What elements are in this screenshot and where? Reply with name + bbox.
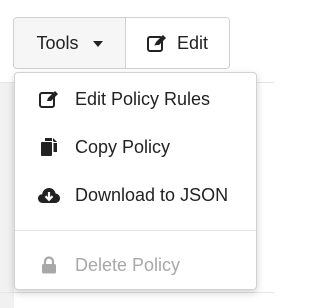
lock-icon xyxy=(37,256,61,274)
cloud-download-icon xyxy=(37,186,61,204)
copy-icon xyxy=(37,137,61,157)
menu-item-label: Edit Policy Rules xyxy=(75,88,211,109)
menu-item-label: Delete Policy xyxy=(75,254,181,275)
menu-item-edit-policy-rules[interactable]: Edit Policy Rules xyxy=(15,79,256,119)
menu-divider xyxy=(15,230,256,231)
menu-item-download-json[interactable]: Download to JSON xyxy=(15,175,256,215)
menu-item-copy-policy[interactable]: Copy Policy xyxy=(15,127,256,167)
menu-item-label: Copy Policy xyxy=(75,136,171,157)
background-divider xyxy=(0,292,274,293)
tools-dropdown-button[interactable]: Tools xyxy=(14,18,126,68)
tools-button-label: Tools xyxy=(36,32,79,53)
menu-item-delete-policy: Delete Policy xyxy=(15,245,256,285)
menu-item-label: Download to JSON xyxy=(75,184,229,205)
edit-icon xyxy=(146,34,167,52)
background-panel xyxy=(0,82,14,308)
edit-button-label: Edit xyxy=(176,32,209,53)
caret-down-icon xyxy=(92,41,103,47)
edit-button[interactable]: Edit xyxy=(126,18,229,68)
edit-icon xyxy=(37,90,61,108)
toolbar-button-group: Tools Edit xyxy=(13,17,230,69)
tools-dropdown-menu: Edit Policy Rules Copy Policy Download t… xyxy=(14,72,257,290)
